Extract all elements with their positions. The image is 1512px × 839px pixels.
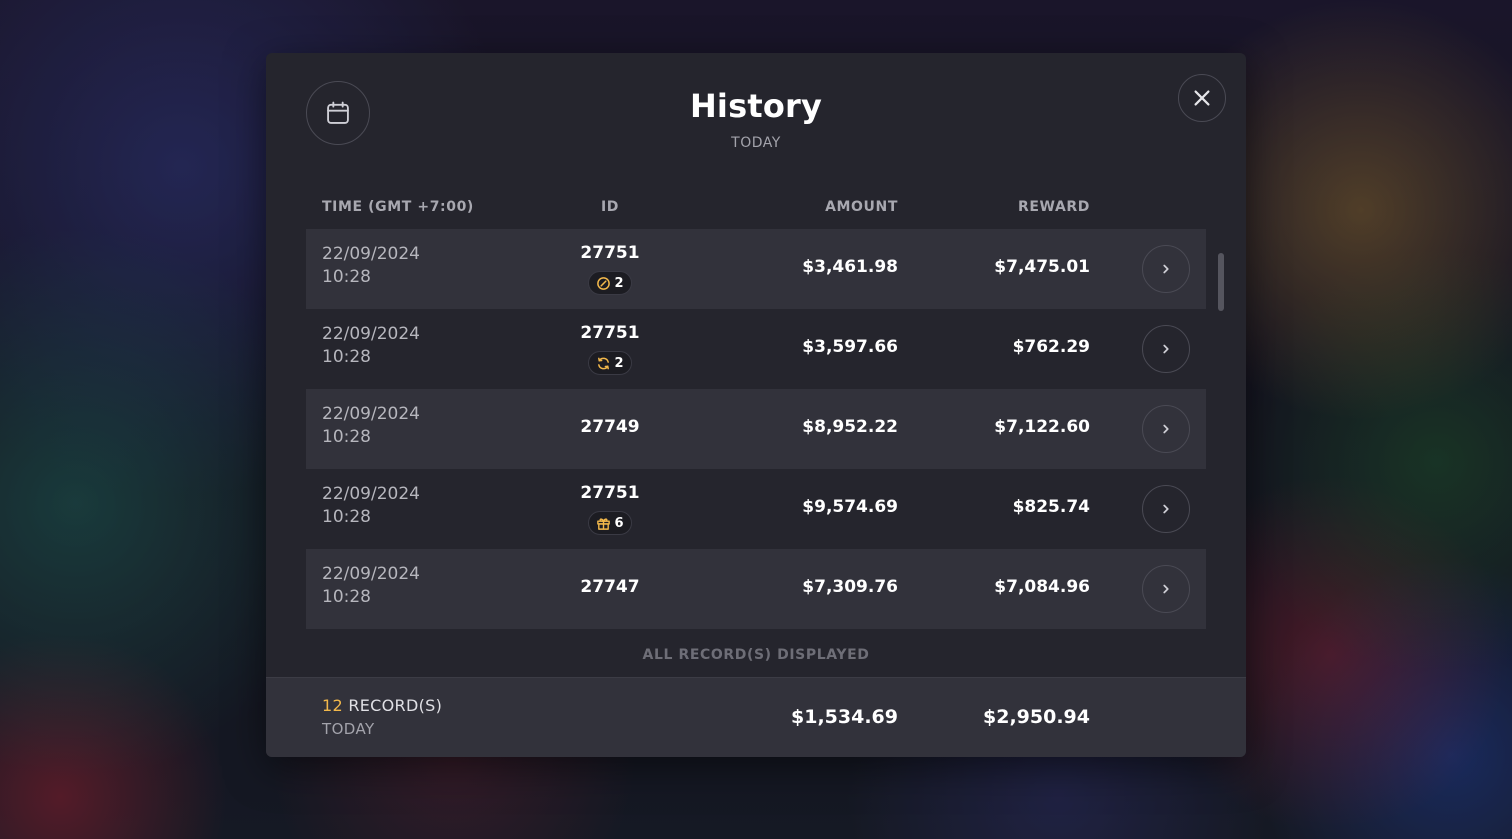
row-id: 27751: [580, 323, 640, 343]
row-amount: $8,952.22: [802, 417, 898, 437]
row-details-button[interactable]: [1142, 565, 1190, 613]
history-list[interactable]: 22/09/2024 10:28 27751 2 $3,461.98 $7,47…: [306, 229, 1206, 629]
total-amount: $1,534.69: [791, 706, 898, 728]
row-date: 22/09/2024: [322, 244, 420, 264]
row-amount: $3,597.66: [802, 337, 898, 357]
coin-timer-icon: [597, 276, 611, 290]
summary-footer: 12 RECORD(S) TODAY $1,534.69 $2,950.94: [266, 677, 1246, 757]
row-reward: $825.74: [1012, 497, 1090, 517]
row-time: 10:28: [322, 267, 371, 287]
row-amount: $9,574.69: [802, 497, 898, 517]
row-amount: $3,461.98: [802, 257, 898, 277]
column-header-time: TIME (GMT +7:00): [322, 199, 474, 215]
row-id: 27751: [580, 243, 640, 263]
records-label: RECORD(S): [348, 696, 443, 715]
row-id: 27751: [580, 483, 640, 503]
gift-icon: [597, 517, 611, 530]
row-details-button[interactable]: [1142, 245, 1190, 293]
row-reward: $7,084.96: [994, 577, 1090, 597]
feature-badge: 6: [588, 511, 632, 535]
row-time: 10:28: [322, 587, 371, 607]
row-date: 22/09/2024: [322, 484, 420, 504]
chevron-right-icon: [1163, 424, 1169, 434]
chevron-right-icon: [1163, 344, 1169, 354]
feature-badge: 2: [588, 271, 632, 295]
table-row[interactable]: 22/09/2024 10:28 27751 2 $3,461.98 $7,47…: [306, 229, 1206, 309]
column-header-reward: REWARD: [1018, 199, 1090, 215]
chevron-right-icon: [1163, 584, 1169, 594]
row-id: 27749: [580, 417, 640, 437]
row-details-button[interactable]: [1142, 325, 1190, 373]
scrollbar[interactable]: [1218, 253, 1224, 311]
row-date: 22/09/2024: [322, 324, 420, 344]
row-reward: $7,475.01: [994, 257, 1090, 277]
records-status: ALL RECORD(S) DISPLAYED: [642, 647, 870, 663]
close-icon: [1194, 90, 1210, 106]
total-reward: $2,950.94: [983, 706, 1090, 728]
table-row[interactable]: 22/09/2024 10:28 27749 $8,952.22 $7,122.…: [306, 389, 1206, 469]
badge-count: 2: [614, 355, 624, 371]
record-count-line: 12 RECORD(S): [322, 696, 442, 715]
row-id: 27747: [580, 577, 640, 597]
column-header-id: ID: [600, 199, 620, 215]
row-amount: $7,309.76: [802, 577, 898, 597]
close-button[interactable]: [1178, 74, 1226, 122]
row-details-button[interactable]: [1142, 405, 1190, 453]
row-reward: $7,122.60: [994, 417, 1090, 437]
record-count: 12: [322, 696, 343, 715]
modal-title: History: [689, 87, 823, 125]
table-row[interactable]: 22/09/2024 10:28 27751 2 $3,597.66 $762.…: [306, 309, 1206, 389]
row-time: 10:28: [322, 507, 371, 527]
history-modal: History TODAY TIME (GMT +7:00) ID AMOUNT…: [266, 53, 1246, 757]
column-header-amount: AMOUNT: [825, 199, 898, 215]
row-time: 10:28: [322, 427, 371, 447]
table-row[interactable]: 22/09/2024 10:28 27751 6 $9,574.69 $825.…: [306, 469, 1206, 549]
row-reward: $762.29: [1012, 337, 1090, 357]
badge-count: 2: [614, 275, 624, 291]
table-row[interactable]: 22/09/2024 10:28 27747 $7,309.76 $7,084.…: [306, 549, 1206, 629]
row-date: 22/09/2024: [322, 564, 420, 584]
modal-subtitle: TODAY: [731, 135, 781, 151]
row-details-button[interactable]: [1142, 485, 1190, 533]
feature-badge: 2: [588, 351, 632, 375]
refresh-icon: [598, 357, 610, 369]
chevron-right-icon: [1163, 264, 1169, 274]
chevron-right-icon: [1163, 504, 1169, 514]
badge-count: 6: [614, 515, 624, 531]
row-date: 22/09/2024: [322, 404, 420, 424]
summary-period: TODAY: [322, 720, 375, 738]
row-time: 10:28: [322, 347, 371, 367]
